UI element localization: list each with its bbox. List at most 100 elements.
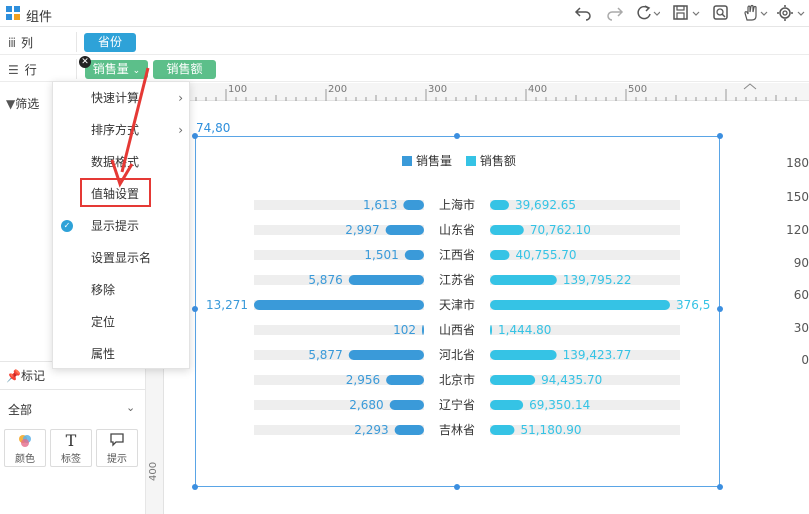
columns-shelf-label: iii 列 [8, 36, 34, 50]
axis-tick-label: 60 [793, 288, 809, 302]
bar-sales-amt [490, 225, 524, 235]
resize-handle[interactable] [454, 484, 460, 490]
ruler-tick-label: 400 [148, 461, 159, 481]
bar-sales-qty [386, 375, 424, 385]
resize-handle[interactable] [192, 133, 198, 139]
hand-icon[interactable] [742, 4, 770, 24]
data-label-sales-qty: 2,956 [346, 373, 380, 387]
bar-track [490, 425, 680, 435]
resize-handle[interactable] [192, 484, 198, 490]
data-label-sales-qty: 13,271 [206, 298, 248, 312]
menu-item-locate[interactable]: 定位 [53, 306, 191, 338]
menu-item-properties[interactable]: 属性 [53, 338, 191, 370]
bar-track [254, 200, 424, 210]
top-toolbar: 组件 [0, 0, 809, 27]
redo-icon[interactable] [606, 4, 624, 24]
menu-item-display-name[interactable]: 设置显示名 [53, 242, 191, 274]
data-label-sales-amt: 139,423.77 [563, 348, 632, 362]
undo-icon[interactable] [574, 4, 592, 24]
color-button[interactable]: 颜色 [4, 429, 46, 467]
save-icon[interactable] [672, 4, 702, 24]
bar-sales-amt [490, 425, 515, 435]
data-label-sales-amt: 70,762.10 [530, 223, 591, 237]
resize-handle[interactable] [717, 484, 723, 490]
chevron-down-icon[interactable]: ⌄ [126, 401, 135, 414]
columns-shelf: iii 列 省份 [0, 28, 809, 55]
menu-item-show-tooltip[interactable]: ✓ 显示提示 [53, 210, 191, 242]
rows-icon: ☰ [8, 63, 19, 77]
row-field-pill-sales-amt[interactable]: 销售额 [153, 60, 216, 79]
bar-sales-qty [404, 250, 424, 260]
rows-shelf-label: ☰ 行 [8, 63, 37, 77]
shelf-divider [76, 32, 77, 52]
ruler-tick-label: 200 [328, 84, 348, 95]
legend-swatch [465, 156, 476, 166]
axis-tick-label: 30 [793, 321, 809, 335]
ruler-tick-label: 300 [428, 84, 448, 95]
label-button[interactable]: T 标签 [50, 429, 92, 467]
marks-header: 📌标记 [6, 369, 45, 383]
data-label-sales-qty: 5,877 [308, 348, 342, 362]
ruler-tick-label: 100 [228, 84, 248, 95]
bar-sales-amt [490, 350, 557, 360]
axis-tick-label: 180 [786, 156, 809, 170]
tooltip-button-label: 提示 [107, 454, 127, 465]
menu-item-remove[interactable]: 移除 [53, 274, 191, 306]
close-icon[interactable]: ✕ [79, 56, 91, 68]
category-label: 吉林省 [439, 423, 475, 437]
position-readout: 74,80 [196, 121, 231, 135]
data-label-sales-qty: 2,997 [345, 223, 379, 237]
category-label: 上海市 [439, 197, 475, 212]
bar-sales-amt [490, 200, 509, 210]
data-label-sales-qty: 2,293 [354, 423, 388, 437]
gear-icon[interactable] [776, 4, 806, 24]
category-label: 江西省 [439, 248, 475, 262]
data-label-sales-amt: 39,692.65 [515, 198, 576, 212]
bar-sales-amt [490, 325, 492, 335]
axis-tick-label: 150 [786, 190, 809, 204]
resize-handle[interactable] [454, 133, 460, 139]
legend-item-sales-qty[interactable]: 销售量 [402, 152, 452, 169]
data-label-sales-amt: 94,435.70 [541, 373, 602, 387]
column-field-pill[interactable]: 省份 [84, 33, 136, 52]
text-icon: T [65, 431, 77, 450]
axis-tick-label: 0 [801, 353, 809, 367]
legend-item-sales-amt[interactable]: 销售额 [465, 152, 516, 169]
resize-handle[interactable] [717, 133, 723, 139]
legend-swatch [402, 156, 412, 166]
data-label-sales-qty: 5,876 [308, 273, 342, 287]
data-label-sales-qty: 102 [393, 323, 416, 337]
refresh-icon[interactable] [634, 4, 661, 24]
data-label-sales-amt: 69,350.14 [529, 398, 590, 412]
filter-icon: ▼ [6, 97, 16, 111]
bar-sales-qty [385, 225, 424, 235]
bar-sales-qty [403, 200, 424, 210]
category-label: 辽宁省 [439, 397, 475, 412]
background-axis-ticks: 180 150 120 90 60 30 0 [780, 156, 809, 376]
tooltip-button[interactable]: 提示 [96, 429, 138, 467]
horizontal-ruler: 100 200 300 400 500 [146, 83, 809, 101]
category-label: 山西省 [439, 323, 475, 337]
chevron-right-icon: › [178, 123, 183, 137]
category-label: 山东省 [439, 223, 475, 237]
filter-header: ▼筛选 [6, 97, 40, 111]
data-label-sales-amt: 51,180.90 [520, 423, 581, 437]
data-label-sales-amt: 139,795.22 [563, 273, 632, 287]
color-icon [5, 432, 45, 450]
preview-icon[interactable] [712, 4, 730, 24]
bar-sales-qty [254, 300, 424, 310]
ruler-tick-label: 400 [528, 84, 548, 95]
shelf-divider [76, 59, 77, 79]
data-label-sales-amt: 376,5 [676, 298, 710, 312]
check-icon: ✓ [61, 220, 73, 232]
app-title: 组件 [26, 10, 53, 25]
bar-sales-qty [389, 400, 424, 410]
label-button-label: 标签 [61, 454, 81, 465]
bar-sales-amt [490, 275, 557, 285]
chart-legend: 销售量 销售额 [402, 152, 526, 169]
data-label-sales-qty: 1,613 [363, 198, 397, 212]
category-label: 天津市 [439, 297, 475, 312]
marks-scope-select[interactable]: 全部 [8, 401, 32, 418]
data-label-sales-qty: 1,501 [364, 248, 398, 262]
category-label: 江苏省 [439, 273, 475, 287]
